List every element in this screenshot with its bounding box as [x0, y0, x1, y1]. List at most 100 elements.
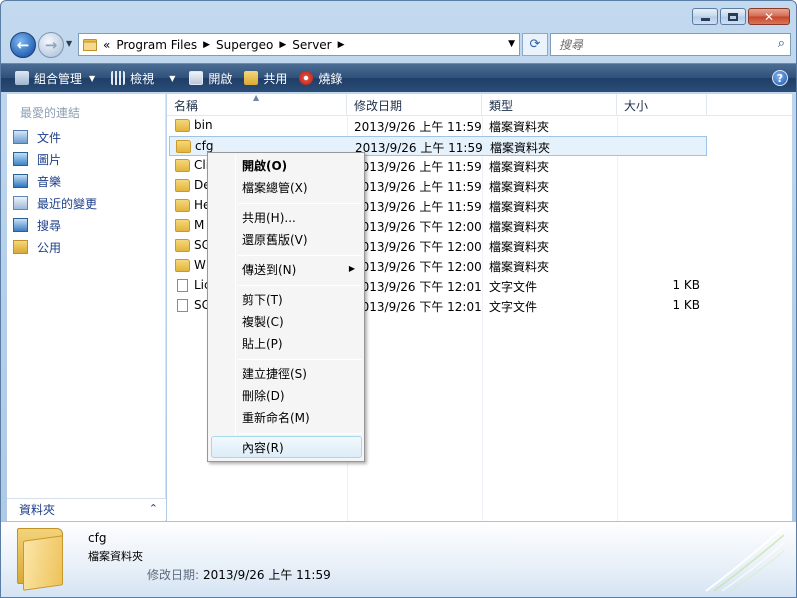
breadcrumb-program-files[interactable]: Program Files	[116, 38, 197, 52]
favorite-link-documents[interactable]: 文件	[13, 126, 97, 148]
organize-label: 組合管理	[34, 71, 83, 86]
burn-disc-icon	[299, 71, 314, 85]
favorite-link-label: 圖片	[37, 152, 62, 167]
column-header-label: 修改日期	[354, 98, 403, 113]
menu-item-copy[interactable]: 複製(C)	[242, 313, 284, 330]
favorite-link-pictures[interactable]: 圖片	[13, 148, 97, 170]
file-date: 2013/9/26 下午 12:00	[354, 260, 482, 274]
folder-icon	[175, 179, 190, 192]
favorite-link-search[interactable]: 搜尋	[13, 214, 97, 236]
menu-item-paste[interactable]: 貼上(P)	[242, 335, 283, 352]
recent-pages-dropdown[interactable]: ▼	[66, 39, 76, 51]
breadcrumb-separator-icon[interactable]: ▶	[279, 40, 286, 50]
column-header-type[interactable]: 類型	[482, 94, 617, 116]
organize-button[interactable]: 組合管理 ▼	[9, 64, 101, 92]
menu-separator	[238, 255, 362, 256]
favorite-link-recent-changes[interactable]: 最近的變更	[13, 192, 97, 214]
details-item-type: 檔案資料夾	[88, 550, 143, 563]
file-name: M	[194, 218, 205, 232]
details-modified-value: 2013/9/26 上午 11:59	[203, 568, 331, 582]
menu-item-create-shortcut[interactable]: 建立捷徑(S)	[242, 365, 307, 382]
details-item-name: cfg	[88, 531, 107, 545]
menu-item-cut[interactable]: 剪下(T)	[242, 291, 283, 308]
search-folder-icon	[13, 218, 28, 232]
folder-icon	[175, 199, 190, 212]
breadcrumb-server[interactable]: Server	[292, 38, 331, 52]
caption-buttons: ✕	[692, 8, 790, 25]
favorite-link-public[interactable]: 公用	[13, 236, 97, 258]
share-button[interactable]: 共用	[238, 64, 293, 92]
file-type: 文字文件	[489, 300, 538, 314]
breadcrumb-separator-icon[interactable]: ▶	[203, 40, 210, 50]
breadcrumb-separator-icon[interactable]: ▶	[338, 40, 345, 50]
menu-item-label: 傳送到(N)	[242, 263, 297, 277]
file-date: 2013/9/26 下午 12:01	[354, 300, 482, 314]
file-row[interactable]: bin 2013/9/26 上午 11:59 檔案資料夾	[167, 116, 707, 136]
search-placeholder: 搜尋	[559, 38, 584, 52]
refresh-button[interactable]: ⟳	[522, 33, 548, 56]
back-arrow-icon: ←	[16, 36, 30, 54]
public-folder-icon	[13, 240, 28, 254]
command-toolbar: 組合管理 ▼ 檢視 ▼ 開啟 共用 燒錄 ?	[1, 63, 796, 92]
music-icon	[13, 174, 28, 188]
details-pane: cfg 檔案資料夾 修改日期: 2013/9/26 上午 11:59	[1, 521, 796, 597]
folder-icon	[176, 140, 191, 153]
navigation-pane: 最愛的連結 文件 圖片 音樂 最近的變更 搜尋 公用	[7, 94, 166, 521]
help-button[interactable]: ?	[772, 70, 788, 86]
folders-label: 資料夾	[19, 503, 56, 517]
breadcrumb-supergeo[interactable]: Supergeo	[216, 38, 273, 52]
column-header-date[interactable]: 修改日期	[347, 94, 482, 116]
burn-label: 燒錄	[318, 71, 343, 86]
menu-separator	[238, 203, 362, 204]
navigation-bar: ← → ▼ « Program Files ▶ Supergeo ▶ Serve…	[1, 29, 796, 61]
address-dropdown-icon[interactable]: ▼	[508, 39, 515, 49]
share-icon	[244, 71, 259, 85]
search-input[interactable]: 搜尋 ⌕	[550, 33, 791, 56]
file-date: 2013/9/26 下午 12:01	[354, 280, 482, 294]
close-button[interactable]: ✕	[748, 8, 790, 25]
address-bar[interactable]: « Program Files ▶ Supergeo ▶ Server ▶ ▼	[78, 33, 520, 56]
file-type: 檔案資料夾	[489, 220, 550, 234]
menu-item-rename[interactable]: 重新命名(M)	[242, 409, 310, 426]
sort-ascending-icon: ▲	[253, 93, 260, 102]
search-icon[interactable]: ⌕	[778, 36, 785, 51]
maximize-button[interactable]	[720, 8, 746, 25]
menu-item-open[interactable]: 開啟(O)	[242, 157, 287, 174]
file-type: 檔案資料夾	[489, 200, 550, 214]
menu-separator	[238, 359, 362, 360]
menu-item-delete[interactable]: 刪除(D)	[242, 387, 285, 404]
favorites-title: 最愛的連結	[20, 106, 81, 120]
file-size: 1 KB	[672, 278, 700, 292]
menu-item-send-to[interactable]: 傳送到(N) ▶	[208, 260, 364, 280]
burn-button[interactable]: 燒錄	[293, 64, 348, 92]
column-header-row: ▲ 名稱 修改日期 類型 大小	[167, 93, 792, 116]
views-button[interactable]: 檢視 ▼	[105, 64, 181, 92]
text-file-icon	[177, 299, 188, 312]
text-file-icon	[177, 279, 188, 292]
folders-toggle[interactable]: 資料夾 ⌃	[7, 498, 166, 520]
folder-icon	[175, 259, 190, 272]
back-button[interactable]: ←	[10, 32, 36, 58]
favorite-link-label: 文件	[37, 130, 62, 145]
forward-button[interactable]: →	[38, 32, 64, 58]
refresh-icon: ⟳	[529, 37, 541, 52]
file-name: bin	[194, 118, 213, 132]
large-folder-icon	[17, 528, 69, 591]
close-icon: ✕	[763, 9, 775, 24]
menu-item-share[interactable]: 共用(H)...	[242, 209, 296, 226]
menu-item-file-manager[interactable]: 檔案總管(X)	[242, 179, 308, 196]
menu-item-restore-previous[interactable]: 還原舊版(V)	[242, 231, 308, 248]
context-menu-icon-strip	[235, 155, 236, 459]
open-button[interactable]: 開啟	[183, 64, 238, 92]
column-header-size[interactable]: 大小	[617, 94, 707, 116]
explorer-window: ✕ ← → ▼ « Program Files ▶ Supergeo ▶ Ser…	[0, 0, 797, 598]
file-date: 2013/9/26 上午 11:59	[354, 160, 482, 174]
favorite-link-music[interactable]: 音樂	[13, 170, 97, 192]
favorite-link-label: 公用	[37, 240, 62, 255]
menu-item-properties[interactable]: 內容(R)	[242, 439, 284, 456]
address-overflow[interactable]: «	[103, 38, 110, 52]
column-header-name[interactable]: ▲ 名稱	[167, 93, 347, 116]
menu-separator	[238, 433, 362, 434]
minimize-button[interactable]	[692, 8, 718, 25]
maximize-icon	[728, 12, 738, 21]
